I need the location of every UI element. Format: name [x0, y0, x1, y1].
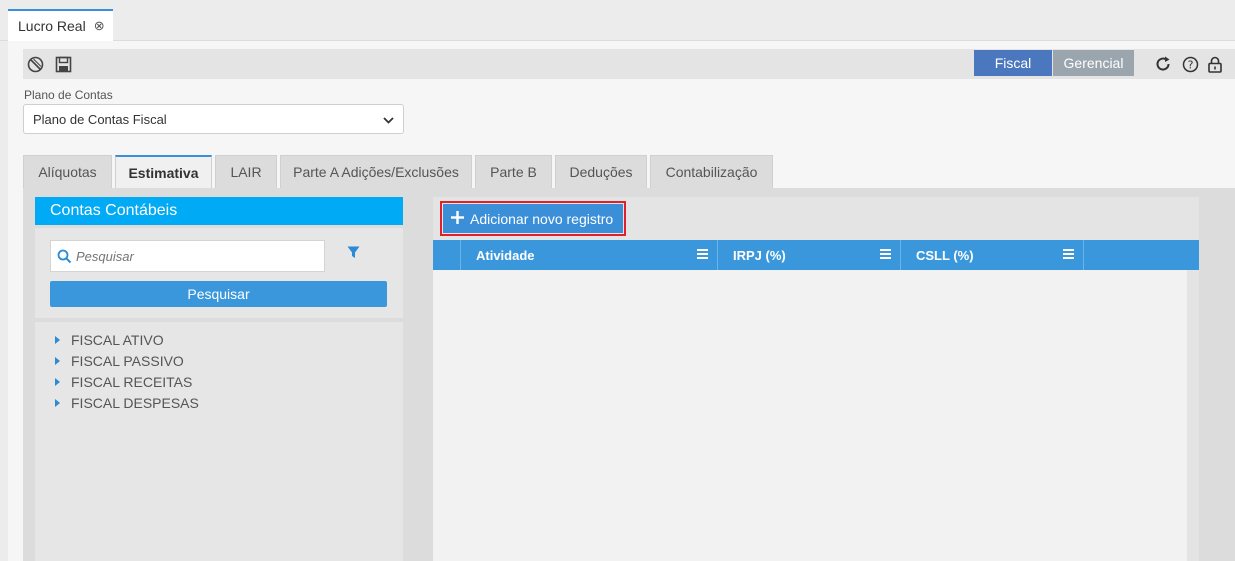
plano-de-contas-select[interactable]: Plano de Contas Fiscal: [23, 104, 404, 134]
toolbar: Fiscal Gerencial ?: [23, 49, 1235, 79]
search-button[interactable]: Pesquisar: [50, 281, 387, 307]
column-menu-icon[interactable]: [1063, 249, 1074, 261]
column-csll[interactable]: CSLL (%): [901, 240, 1084, 270]
caret-right-icon[interactable]: [55, 377, 60, 386]
column-atividade[interactable]: Atividade: [461, 240, 718, 270]
estimativa-grid-panel: Adicionar novo registro Atividade IRPJ (…: [433, 197, 1199, 561]
tab-estimativa[interactable]: Estimativa: [115, 155, 212, 189]
column-header-label: CSLL (%): [916, 247, 974, 263]
tree-item-fiscal-despesas[interactable]: FISCAL DESPESAS: [35, 392, 403, 413]
chevron-down-icon: [383, 112, 394, 127]
column-menu-icon[interactable]: [880, 249, 891, 261]
add-record-button[interactable]: Adicionar novo registro: [443, 204, 623, 233]
plus-icon: [451, 210, 464, 227]
tree-item-label: FISCAL DESPESAS: [71, 394, 199, 411]
contas-contabeis-panel: Contas Contábeis Pesquisar FISCAL ATIVO …: [35, 197, 403, 561]
column-irpj[interactable]: IRPJ (%): [718, 240, 901, 270]
lock-icon[interactable]: [1204, 53, 1226, 75]
plano-de-contas-label: Plano de Contas: [24, 88, 113, 102]
grid-selector-column: [433, 240, 461, 270]
search-area: Pesquisar: [35, 228, 403, 318]
tab-aliquotas[interactable]: Alíquotas: [23, 155, 112, 188]
contas-contabeis-title: Contas Contábeis: [35, 197, 403, 225]
tree-item-label: FISCAL PASSIVO: [71, 352, 184, 369]
caret-right-icon[interactable]: [55, 356, 60, 365]
refresh-icon[interactable]: [1152, 53, 1174, 75]
save-icon[interactable]: [52, 53, 74, 75]
tree-item-fiscal-receitas[interactable]: FISCAL RECEITAS: [35, 371, 403, 392]
tab-parte-a[interactable]: Parte A Adições/Exclusões: [280, 155, 472, 188]
document-tab-lucro-real[interactable]: Lucro Real ⊗: [8, 9, 113, 41]
filter-icon[interactable]: [347, 246, 360, 262]
add-record-label: Adicionar novo registro: [470, 210, 614, 227]
caret-right-icon[interactable]: [55, 335, 60, 344]
close-circle-icon[interactable]: ⊗: [94, 18, 105, 34]
grid-body: [433, 270, 1193, 561]
search-box: [50, 240, 325, 272]
add-record-highlight: Adicionar novo registro: [440, 201, 626, 236]
tab-parte-b[interactable]: Parte B: [475, 155, 552, 188]
search-icon: [54, 246, 74, 266]
gerencial-toggle-button[interactable]: Gerencial: [1053, 50, 1134, 76]
tree-item-fiscal-passivo[interactable]: FISCAL PASSIVO: [35, 350, 403, 371]
tree-item-label: FISCAL ATIVO: [71, 331, 164, 348]
document-tab-bar: Lucro Real ⊗: [0, 0, 1235, 41]
accounts-tree: FISCAL ATIVO FISCAL PASSIVO FISCAL RECEI…: [35, 322, 403, 561]
caret-right-icon[interactable]: [55, 398, 60, 407]
plano-de-contas-selected-value: Plano de Contas Fiscal: [33, 111, 167, 127]
fiscal-toggle-button[interactable]: Fiscal: [974, 50, 1052, 76]
grid-header: Atividade IRPJ (%) CSLL (%): [433, 240, 1199, 270]
help-icon[interactable]: ?: [1179, 53, 1201, 75]
document-tab-title: Lucro Real: [18, 18, 86, 34]
tree-item-fiscal-ativo[interactable]: FISCAL ATIVO: [35, 329, 403, 350]
main-panel: Fiscal Gerencial ? Plano de Contas Plano…: [8, 41, 1235, 561]
tree-item-label: FISCAL RECEITAS: [71, 373, 193, 390]
tab-lair[interactable]: LAIR: [215, 155, 277, 188]
column-header-label: Atividade: [476, 247, 535, 263]
search-input[interactable]: [76, 248, 316, 264]
column-menu-icon[interactable]: [697, 249, 708, 261]
column-header-label: IRPJ (%): [733, 247, 786, 263]
svg-text:?: ?: [1187, 58, 1193, 71]
tab-deducoes[interactable]: Deduções: [555, 155, 647, 188]
cancel-icon[interactable]: [24, 53, 46, 75]
tab-contabilizacao[interactable]: Contabilização: [650, 155, 773, 188]
tab-content: Contas Contábeis Pesquisar FISCAL ATIVO …: [23, 188, 1235, 561]
